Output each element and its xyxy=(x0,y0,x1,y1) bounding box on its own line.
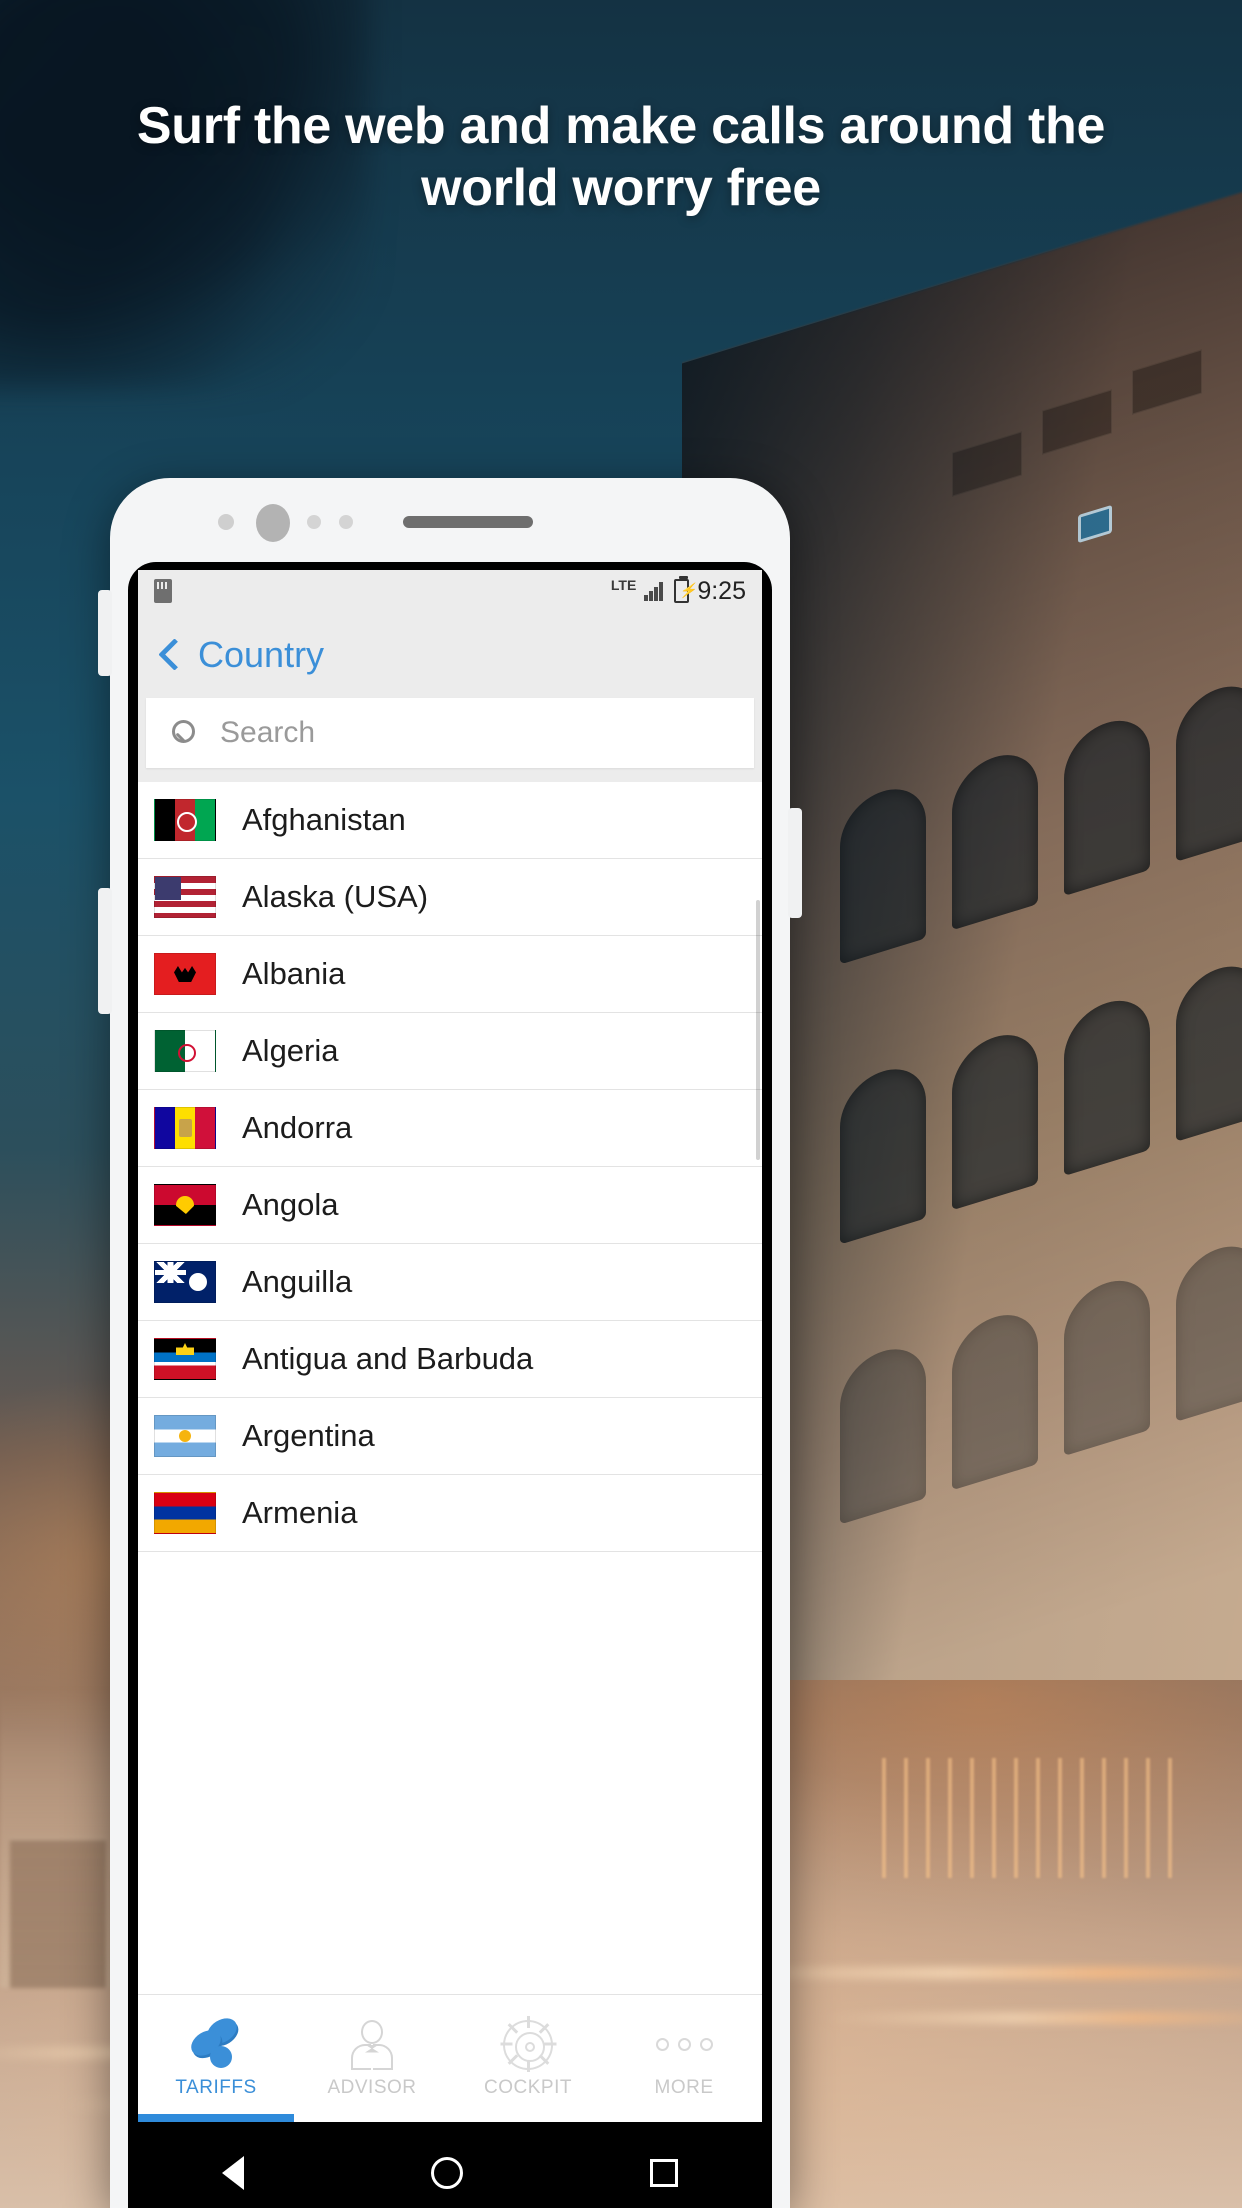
flag-icon xyxy=(154,1415,216,1457)
triangle-back-icon[interactable] xyxy=(221,2156,244,2190)
active-tab-indicator xyxy=(138,2114,294,2122)
app-header: Country xyxy=(138,612,762,698)
country-name: Andorra xyxy=(242,1110,353,1145)
list-item[interactable]: Anguilla xyxy=(138,1244,762,1321)
status-bar: LTE ⚡ 9:25 xyxy=(138,570,762,612)
phone-screen-frame: LTE ⚡ 9:25 Country Search Afghanistan Al… xyxy=(128,562,772,2122)
country-name: Albania xyxy=(242,956,346,991)
phone-top-bezel xyxy=(110,478,790,562)
flag-icon xyxy=(154,1030,216,1072)
status-bar-right: LTE ⚡ 9:25 xyxy=(610,576,746,606)
list-item[interactable]: Algeria xyxy=(138,1013,762,1090)
flag-icon xyxy=(154,1184,216,1226)
tab-advisor[interactable]: ADVISOR xyxy=(294,1995,450,2122)
status-clock: 9:25 xyxy=(697,576,746,605)
flag-icon xyxy=(154,1338,216,1380)
search-input[interactable] xyxy=(220,716,686,750)
country-name: Angola xyxy=(242,1187,339,1222)
tab-label: MORE xyxy=(654,2076,714,2098)
person-icon xyxy=(348,2019,396,2071)
search-box[interactable] xyxy=(146,698,754,768)
headline-line-1: Surf the web and make calls around the xyxy=(136,97,1106,155)
country-name: Alaska (USA) xyxy=(242,879,429,914)
proximity-sensor-icon xyxy=(218,514,234,530)
square-recents-icon[interactable] xyxy=(650,2159,679,2187)
scrollbar[interactable] xyxy=(756,900,760,1160)
list-item[interactable]: Argentina xyxy=(138,1398,762,1475)
country-name: Algeria xyxy=(242,1033,339,1068)
tab-tariffs[interactable]: TARIFFS xyxy=(138,1995,294,2122)
chevron-left-icon[interactable] xyxy=(152,638,186,672)
list-item[interactable]: Afghanistan xyxy=(138,782,762,859)
battery-charging-icon: ⚡ xyxy=(674,576,697,603)
tab-cockpit[interactable]: COCKPIT xyxy=(450,1995,606,2122)
bottom-tab-bar: TARIFFS ADVISOR COCKPIT MORE xyxy=(138,1994,762,2122)
country-name: Armenia xyxy=(242,1495,358,1530)
list-item[interactable]: Alaska (USA) xyxy=(138,859,762,936)
flag-icon xyxy=(154,876,216,918)
tab-label: TARIFFS xyxy=(175,2076,257,2098)
circle-home-icon[interactable] xyxy=(430,2157,463,2189)
power-button[interactable] xyxy=(788,808,802,918)
page-title[interactable]: Country xyxy=(198,634,324,676)
headline-line-2: world worry free xyxy=(421,159,821,217)
android-nav-bar xyxy=(128,2122,772,2208)
led-indicator-icon xyxy=(339,515,353,529)
country-name: Afghanistan xyxy=(242,802,406,837)
tab-label: ADVISOR xyxy=(327,2076,417,2098)
list-item[interactable]: Armenia xyxy=(138,1475,762,1552)
front-camera-icon xyxy=(256,504,290,542)
flag-icon xyxy=(154,1492,216,1534)
light-sensor-icon xyxy=(307,515,321,529)
search-icon xyxy=(172,720,198,746)
phone-mockup: LTE ⚡ 9:25 Country Search Afghanistan Al… xyxy=(98,478,802,2208)
list-item[interactable]: Angola xyxy=(138,1167,762,1244)
volume-down-button[interactable] xyxy=(98,888,112,1014)
coins-icon xyxy=(186,2012,244,2071)
phone-screen: LTE ⚡ 9:25 Country Search Afghanistan Al… xyxy=(138,570,762,2122)
status-bar-left xyxy=(154,579,172,603)
dots-icon xyxy=(655,2019,713,2071)
network-label: LTE xyxy=(610,577,637,593)
promo-headline: Surf the web and make calls around the w… xyxy=(0,95,1242,219)
sd-card-icon xyxy=(154,579,172,603)
flag-icon xyxy=(154,799,216,841)
search-section xyxy=(138,698,762,782)
tab-label: COCKPIT xyxy=(484,2076,572,2098)
country-name: Antigua and Barbuda xyxy=(242,1341,534,1376)
flag-icon xyxy=(154,1261,216,1303)
list-item[interactable]: Antigua and Barbuda xyxy=(138,1321,762,1398)
helm-icon xyxy=(500,2015,556,2072)
flag-icon xyxy=(154,1107,216,1149)
list-item[interactable]: Albania xyxy=(138,936,762,1013)
country-list[interactable]: Afghanistan Alaska (USA) Albania Algeria… xyxy=(138,782,762,1552)
flag-icon xyxy=(154,953,216,995)
tab-more[interactable]: MORE xyxy=(606,1995,762,2122)
country-name: Anguilla xyxy=(242,1264,353,1299)
country-name: Argentina xyxy=(242,1418,375,1453)
volume-up-button[interactable] xyxy=(98,590,112,676)
signal-bars-icon xyxy=(644,581,666,601)
earpiece-speaker xyxy=(403,516,533,528)
list-item[interactable]: Andorra xyxy=(138,1090,762,1167)
